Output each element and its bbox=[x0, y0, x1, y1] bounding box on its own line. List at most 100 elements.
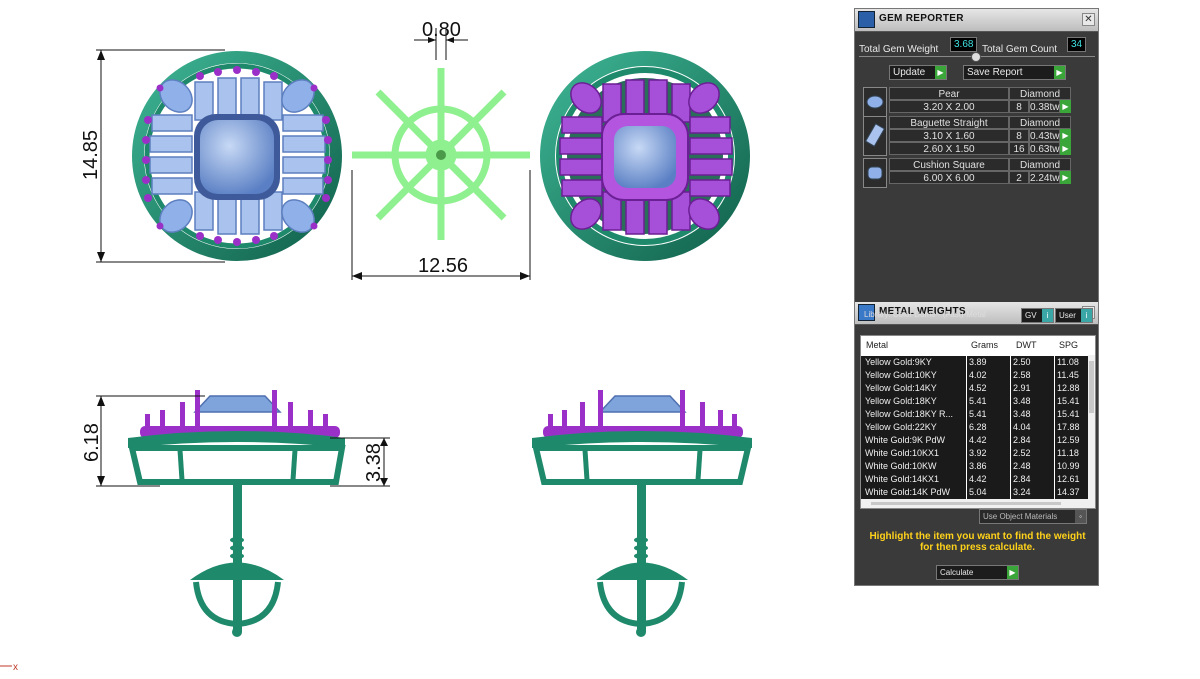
gem-weight: 2.24tw bbox=[1029, 171, 1060, 184]
gem-weight: 0.63tw bbox=[1029, 142, 1060, 155]
use-object-materials-dropdown[interactable]: Use Object Materials ◦ bbox=[979, 509, 1087, 524]
vertical-scrollbar[interactable] bbox=[1088, 355, 1095, 508]
table-row[interactable]: White Gold:10KX1 3.92 2.52 11.18 bbox=[861, 447, 1089, 461]
gem-select-arrow[interactable]: ▶ bbox=[1060, 142, 1071, 155]
table-row[interactable]: Yellow Gold:14KY 4.52 2.91 12.88 bbox=[861, 382, 1089, 396]
scrollbar-thumb[interactable] bbox=[1089, 361, 1094, 413]
cell-dwt: 2.52 bbox=[1013, 448, 1031, 458]
cell-metal: Yellow Gold:18KY bbox=[865, 396, 937, 406]
gem-shape-baguette: Baguette Straight bbox=[889, 116, 1009, 129]
gem-size: 3.20 X 2.00 bbox=[889, 100, 1009, 113]
cad-viewport[interactable]: 14.85 0.80 12.56 6.18 3.38 x bbox=[0, 0, 850, 679]
gem-size: 3.10 X 1.60 bbox=[889, 129, 1009, 142]
cell-spg: 17.88 bbox=[1057, 422, 1080, 432]
cell-grams: 5.41 bbox=[969, 409, 987, 419]
column-header-grams: Grams bbox=[971, 340, 998, 350]
table-row[interactable]: White Gold:14K PdW 5.04 3.24 14.37 bbox=[861, 486, 1089, 500]
cell-metal: White Gold:14KX1 bbox=[865, 474, 940, 484]
gem-reporter-titlebar[interactable]: GEM REPORTER ✕ bbox=[855, 9, 1098, 32]
table-row[interactable]: Yellow Gold:18KY R... 5.41 3.48 15.41 bbox=[861, 408, 1089, 422]
user-toggle[interactable]: User i bbox=[1055, 308, 1093, 323]
column-divider bbox=[1010, 460, 1011, 473]
column-divider bbox=[1010, 395, 1011, 408]
total-weight-value: 3.68 bbox=[950, 37, 978, 52]
cell-dwt: 3.48 bbox=[1013, 409, 1031, 419]
table-row[interactable]: White Gold:9K PdW 4.42 2.84 12.59 bbox=[861, 434, 1089, 448]
table-row[interactable]: Yellow Gold:18KY 5.41 3.48 15.41 bbox=[861, 395, 1089, 409]
cell-spg: 11.18 bbox=[1057, 448, 1079, 458]
cell-grams: 4.02 bbox=[969, 370, 987, 380]
column-divider bbox=[966, 382, 967, 395]
cell-dwt: 2.58 bbox=[1013, 370, 1031, 380]
column-divider bbox=[1054, 460, 1055, 473]
column-divider bbox=[1010, 382, 1011, 395]
gem-select-arrow[interactable]: ▶ bbox=[1060, 129, 1071, 142]
close-icon[interactable]: ✕ bbox=[1082, 13, 1095, 26]
table-row[interactable]: Yellow Gold:22KY 6.28 4.04 17.88 bbox=[861, 421, 1089, 435]
column-divider bbox=[1054, 369, 1055, 382]
cell-spg: 15.41 bbox=[1057, 396, 1080, 406]
gem-count: 2 bbox=[1009, 171, 1029, 184]
calculate-hint: Highlight the item you want to find the … bbox=[869, 531, 1086, 553]
column-divider bbox=[1054, 486, 1055, 499]
gem-size: 2.60 X 1.50 bbox=[889, 142, 1009, 155]
cell-dwt: 3.48 bbox=[1013, 396, 1031, 406]
splitter-handle[interactable] bbox=[971, 52, 981, 62]
gem-select-arrow[interactable]: ▶ bbox=[1060, 171, 1071, 184]
cell-metal: White Gold:9K PdW bbox=[865, 435, 946, 445]
total-weight-label: Total Gem Weight bbox=[859, 44, 939, 55]
table-row[interactable]: Yellow Gold:10KY 4.02 2.58 11.45 bbox=[861, 369, 1089, 383]
column-divider bbox=[966, 460, 967, 473]
horizontal-scrollbar[interactable] bbox=[861, 499, 1088, 508]
cushion-gem-icon bbox=[863, 158, 887, 188]
cell-grams: 3.89 bbox=[969, 357, 987, 367]
scrollbar-thumb[interactable] bbox=[871, 502, 1061, 505]
gem-material: Diamond bbox=[1009, 158, 1071, 171]
gem-material: Diamond bbox=[1009, 87, 1071, 100]
gem-count: 8 bbox=[1009, 129, 1029, 142]
column-divider bbox=[966, 434, 967, 447]
metal-weights-table[interactable]: Metal Grams DWT SPG Yellow Gold:9KY 3.89 2… bbox=[860, 335, 1096, 509]
cell-metal: White Gold:10KX1 bbox=[865, 448, 940, 458]
dimension-side-inner-label: 3.38 bbox=[363, 443, 385, 482]
column-divider bbox=[1054, 447, 1055, 460]
column-divider bbox=[1010, 447, 1011, 460]
cell-spg: 12.88 bbox=[1057, 383, 1080, 393]
gem-reporter-icon bbox=[858, 11, 875, 28]
gem-select-arrow[interactable]: ▶ bbox=[1060, 100, 1071, 113]
dimension-width-label: 12.56 bbox=[418, 255, 468, 277]
table-row[interactable]: Yellow Gold:9KY 3.89 2.50 11.08 bbox=[861, 356, 1089, 370]
save-report-button[interactable]: Save Report ▶ bbox=[963, 65, 1066, 80]
column-divider bbox=[1054, 473, 1055, 486]
column-divider bbox=[1010, 369, 1011, 382]
baguette-gem-icon bbox=[863, 116, 887, 156]
cell-metal: Yellow Gold:10KY bbox=[865, 370, 937, 380]
column-divider bbox=[1054, 408, 1055, 421]
cell-dwt: 2.50 bbox=[1013, 357, 1031, 367]
cell-spg: 10.99 bbox=[1057, 461, 1080, 471]
table-header: Metal Grams DWT SPG bbox=[861, 336, 1095, 355]
column-header-spg: SPG bbox=[1059, 340, 1079, 350]
total-count-value: 34 bbox=[1067, 37, 1087, 52]
column-divider bbox=[966, 421, 967, 434]
total-count-label: Total Gem Count bbox=[982, 44, 1058, 55]
calculate-button[interactable]: Calculate ▶ bbox=[936, 565, 1019, 580]
column-divider bbox=[1054, 395, 1055, 408]
table-row[interactable]: White Gold:14KX1 4.42 2.84 12.61 bbox=[861, 473, 1089, 487]
gv-toggle[interactable]: GV i bbox=[1021, 308, 1054, 323]
cell-grams: 5.41 bbox=[969, 396, 987, 406]
cell-spg: 12.61 bbox=[1057, 474, 1080, 484]
cell-metal: Yellow Gold:22KY bbox=[865, 422, 937, 432]
gem-material: Diamond bbox=[1009, 116, 1071, 129]
column-divider bbox=[1054, 356, 1055, 369]
update-button[interactable]: Update ▶ bbox=[889, 65, 947, 80]
cell-dwt: 2.48 bbox=[1013, 461, 1031, 471]
cell-metal: Yellow Gold:18KY R... bbox=[865, 409, 954, 419]
pear-gem-icon bbox=[863, 87, 887, 117]
table-row[interactable]: White Gold:10KW 3.86 2.48 10.99 bbox=[861, 460, 1089, 474]
gem-reporter-title: GEM REPORTER bbox=[879, 13, 964, 24]
side-view-left bbox=[128, 390, 346, 637]
column-divider bbox=[1010, 486, 1011, 499]
column-header-dwt: DWT bbox=[1016, 340, 1037, 350]
column-divider bbox=[1054, 434, 1055, 447]
